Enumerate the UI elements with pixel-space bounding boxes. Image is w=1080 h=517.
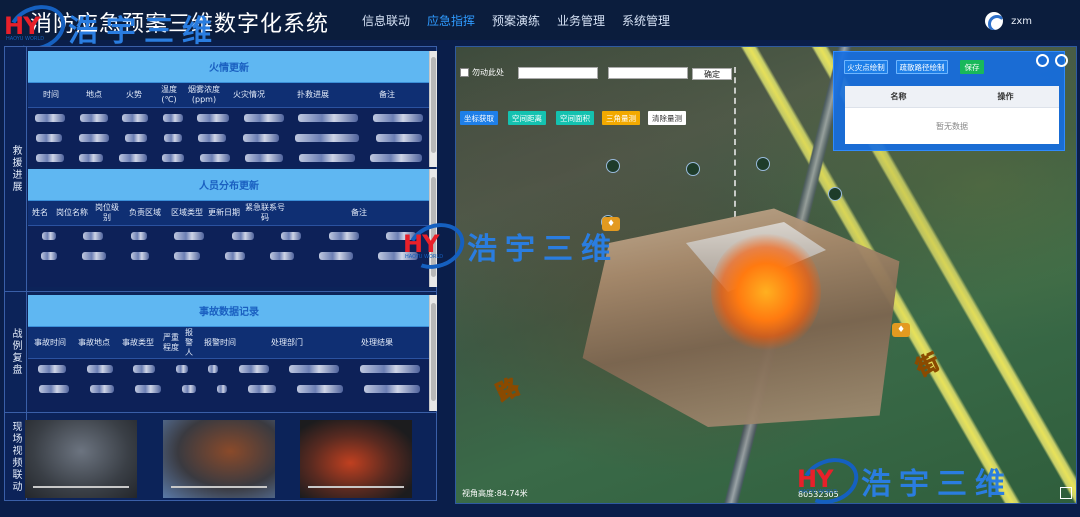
video-progress-bar[interactable] [308,486,404,488]
get-coordinate-button[interactable]: 坐标获取 [460,111,498,125]
3d-map-viewer[interactable]: 路 街 ♦ ♦ 勿动此处 确定 坐标获取 空间距离 空间面积 三角量测 清除量测… [455,46,1077,504]
space-area-button[interactable]: 空间面积 [556,111,594,125]
camera-marker-icon[interactable] [756,157,770,171]
map-coordinate-readout: 80532305 [798,490,839,499]
fire-point-marker-icon[interactable]: ♦ [892,323,910,337]
fire-table-header: 时间 地点 火势 温度(℃) 烟雾浓度(ppm) 火灾情况 扑救进展 备注 [28,83,430,108]
table-row[interactable] [28,246,430,266]
accident-table-scrollbar[interactable] [429,295,437,411]
table-row[interactable] [28,359,430,379]
table-row[interactable] [28,148,430,167]
accident-table-body [28,359,430,411]
lock-checkbox[interactable]: 勿动此处 [460,67,504,78]
coord-input-2[interactable] [608,67,688,79]
user-avatar-icon[interactable] [985,12,1004,30]
main-nav: 信息联动 应急指挥 预案演练 业务管理 系统管理 [362,12,687,29]
camera-marker-icon[interactable] [606,159,620,173]
staff-table-header: 姓名 岗位名称 岗位级别 负责区域 区域类型 更新日期 紧急联系号码 备注 [28,201,430,226]
table-row[interactable] [28,379,430,399]
top-header: 消防应急预案三维数字化系统 信息联动 应急指挥 预案演练 业务管理 系统管理 z… [0,0,1080,40]
staff-table-title: 人员分布更新 [28,169,430,201]
fire-point-table-header: 名称 操作 [845,86,1059,108]
staff-distribution-table: 人员分布更新 姓名 岗位名称 岗位级别 负责区域 区域类型 更新日期 紧急联系号… [28,169,430,287]
coord-input-1[interactable] [518,67,598,79]
fire-drawing-panel: 火灾点绘制 疏散路径绘制 保存 名称 操作 暂无数据 [833,51,1065,151]
section-label-video: 现场视频联动 [5,413,27,501]
clear-measure-button[interactable]: 清除量测 [648,111,686,125]
fire-effect [711,232,821,352]
nav-emergency-command[interactable]: 应急指挥 [427,12,492,29]
fire-table-scrollbar[interactable] [429,51,437,167]
accident-table-title: 事故数据记录 [28,295,430,327]
globe-icon[interactable] [1055,54,1068,67]
draw-evacuation-path-button[interactable]: 疏散路径绘制 [896,60,948,74]
fullscreen-icon[interactable] [1060,487,1072,499]
accident-record-table: 事故数据记录 事故时间 事故地点 事故类型 严重程度 报警人 报警时间 处理部门… [28,295,430,411]
video-feed-2[interactable] [163,420,275,498]
confirm-button[interactable]: 确定 [692,68,732,80]
fire-table-title: 火情更新 [28,51,430,83]
live-video-row [25,420,425,498]
camera-marker-icon[interactable] [686,162,700,176]
checkbox-icon[interactable] [460,68,469,77]
empty-state: 暂无数据 [936,122,968,131]
nav-plan-drill[interactable]: 预案演练 [492,12,557,29]
measure-line [734,67,736,217]
nav-system-management[interactable]: 系统管理 [622,12,687,29]
nav-business-management[interactable]: 业务管理 [557,12,622,29]
map-tool-icons [1036,54,1068,67]
table-row[interactable] [28,108,430,128]
left-panel: 救援进展 战例复盘 现场视频联动 火情更新 时间 地点 火势 温度(℃) 烟雾浓… [4,46,437,501]
video-feed-3[interactable] [300,420,412,498]
triangle-measure-button[interactable]: 三角量测 [602,111,640,125]
section-label-review: 战例复盘 [5,292,27,412]
accident-table-header: 事故时间 事故地点 事故类型 严重程度 报警人 报警时间 处理部门 处理结果 [28,327,430,359]
save-button[interactable]: 保存 [960,60,984,74]
fire-point-table: 名称 操作 暂无数据 [845,86,1059,144]
fire-point-marker-icon[interactable]: ♦ [602,217,620,231]
table-row[interactable] [28,128,430,148]
app-title: 消防应急预案三维数字化系统 [30,12,330,37]
view-height-readout: 视角高度:84.74米 [462,489,528,498]
video-progress-bar[interactable] [33,486,129,488]
table-row[interactable] [28,226,430,246]
space-distance-button[interactable]: 空间距离 [508,111,546,125]
video-feed-1[interactable] [25,420,137,498]
camera-marker-icon[interactable] [828,187,842,201]
fire-update-table: 火情更新 时间 地点 火势 温度(℃) 烟雾浓度(ppm) 火灾情况 扑救进展 … [28,51,430,167]
fire-table-body [28,108,430,167]
search-icon[interactable] [1036,54,1049,67]
draw-fire-point-button[interactable]: 火灾点绘制 [844,60,888,74]
user-menu[interactable]: zxm [985,12,1032,30]
staff-table-body [28,226,430,282]
staff-table-scrollbar[interactable] [429,169,437,287]
section-label-rescue: 救援进展 [5,47,27,291]
video-progress-bar[interactable] [171,486,267,488]
nav-info-linkage[interactable]: 信息联动 [362,12,427,29]
user-name[interactable]: zxm [1011,16,1032,27]
